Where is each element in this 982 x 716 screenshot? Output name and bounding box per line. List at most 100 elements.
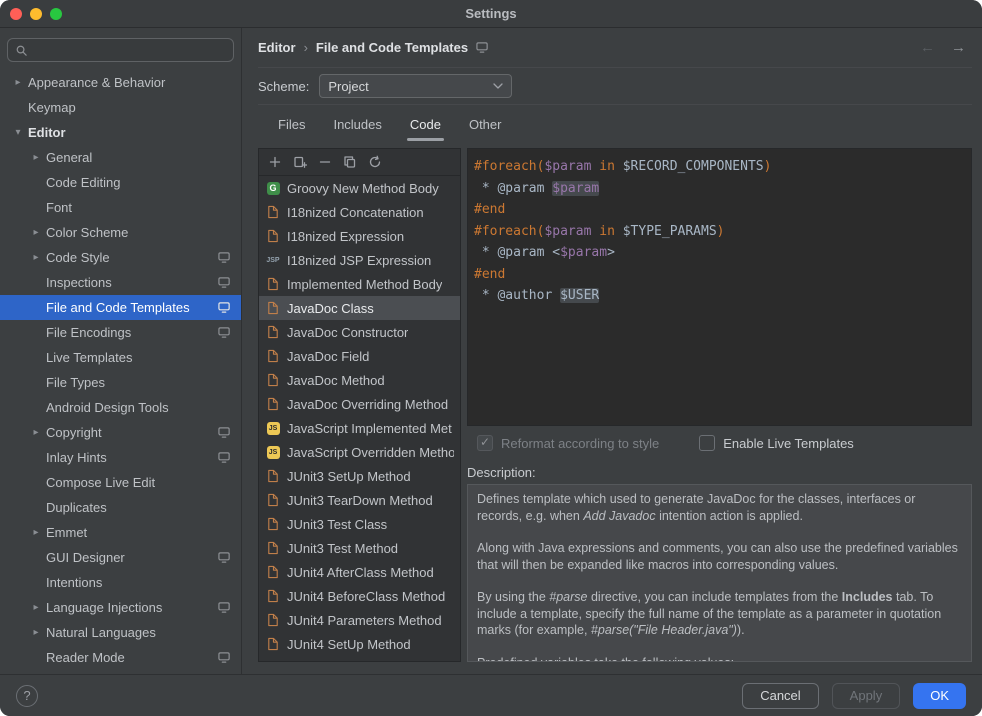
template-file-icon: [265, 277, 281, 292]
template-item-junit3-test-method[interactable]: JUnit3 Test Method: [259, 536, 460, 560]
chevron-down-icon[interactable]: ▾: [10, 127, 26, 138]
template-item-junit4-afterclass-method[interactable]: JUnit4 AfterClass Method: [259, 560, 460, 584]
sidebar-item-label: File Types: [46, 375, 231, 390]
chevron-right-icon[interactable]: ▸: [28, 252, 44, 263]
scheme-value: Project: [328, 79, 368, 94]
sidebar-item-file-types[interactable]: File Types: [0, 370, 241, 395]
apply-button[interactable]: Apply: [832, 683, 901, 709]
template-file-icon: [265, 301, 281, 316]
sidebar-item-copyright[interactable]: ▸Copyright: [0, 420, 241, 445]
template-list: GGroovy New Method BodyI18nized Concaten…: [259, 176, 460, 661]
chevron-right-icon[interactable]: ▸: [10, 77, 26, 88]
enable-live-templates-checkbox[interactable]: [699, 435, 715, 451]
description-panel[interactable]: Defines template which used to generate …: [467, 484, 972, 662]
tab-code[interactable]: Code: [396, 105, 455, 143]
template-item-junit4-parameters-method[interactable]: JUnit4 Parameters Method: [259, 608, 460, 632]
breadcrumb-section[interactable]: Editor: [258, 40, 296, 55]
close-window-button[interactable]: [10, 8, 22, 20]
sidebar-item-intentions[interactable]: Intentions: [0, 570, 241, 595]
settings-search-box[interactable]: [7, 38, 234, 62]
chevron-right-icon[interactable]: ▸: [28, 627, 44, 638]
sidebar-item-code-style[interactable]: ▸Code Style: [0, 245, 241, 270]
sidebar-item-emmet[interactable]: ▸Emmet: [0, 520, 241, 545]
sidebar-item-general[interactable]: ▸General: [0, 145, 241, 170]
sidebar-item-color-scheme[interactable]: ▸Color Scheme: [0, 220, 241, 245]
template-item-label: JavaScript Overridden Metho: [287, 445, 454, 460]
sidebar-item-reader-mode[interactable]: Reader Mode: [0, 645, 241, 670]
template-item-label: I18nized JSP Expression: [287, 253, 431, 268]
template-code-editor[interactable]: #foreach($param in $RECORD_COMPONENTS) *…: [467, 148, 972, 426]
scheme-row: Scheme: Project: [258, 68, 972, 105]
sidebar-item-label: Android Design Tools: [46, 400, 231, 415]
cancel-button[interactable]: Cancel: [742, 683, 818, 709]
description-paragraph: Defines template which used to generate …: [477, 491, 962, 524]
help-button[interactable]: ?: [16, 685, 38, 707]
chevron-right-icon[interactable]: ▸: [28, 427, 44, 438]
code-line: #end: [474, 199, 965, 221]
sidebar-item-file-and-code-templates[interactable]: File and Code Templates: [0, 295, 241, 320]
chevron-right-icon[interactable]: ▸: [28, 527, 44, 538]
back-arrow-icon[interactable]: ←: [920, 39, 935, 56]
sidebar-item-inspections[interactable]: Inspections: [0, 270, 241, 295]
template-item-implemented-method-body[interactable]: Implemented Method Body: [259, 272, 460, 296]
forward-arrow-icon[interactable]: →: [951, 39, 966, 56]
sidebar-item-font[interactable]: Font: [0, 195, 241, 220]
template-item-javadoc-overriding-method[interactable]: JavaDoc Overriding Method: [259, 392, 460, 416]
sidebar-item-file-encodings[interactable]: File Encodings: [0, 320, 241, 345]
zoom-window-button[interactable]: [50, 8, 62, 20]
template-item-groovy-new-method-body[interactable]: GGroovy New Method Body: [259, 176, 460, 200]
template-item-javadoc-constructor[interactable]: JavaDoc Constructor: [259, 320, 460, 344]
remove-template-button[interactable]: [318, 155, 332, 169]
ok-button[interactable]: OK: [913, 683, 966, 709]
tab-files[interactable]: Files: [264, 105, 319, 143]
template-item-javadoc-method[interactable]: JavaDoc Method: [259, 368, 460, 392]
sidebar-item-compose-live-edit[interactable]: Compose Live Edit: [0, 470, 241, 495]
template-item-javadoc-field[interactable]: JavaDoc Field: [259, 344, 460, 368]
reformat-option: Reformat according to style: [477, 435, 659, 451]
sidebar-item-duplicates[interactable]: Duplicates: [0, 495, 241, 520]
copy-template-button[interactable]: [343, 155, 357, 169]
template-item-i18nized-expression[interactable]: I18nized Expression: [259, 224, 460, 248]
reformat-label: Reformat according to style: [501, 436, 659, 451]
sidebar-item-keymap[interactable]: Keymap: [0, 95, 241, 120]
sidebar-item-appearance-behavior[interactable]: ▸Appearance & Behavior: [0, 70, 241, 95]
tab-other[interactable]: Other: [455, 105, 516, 143]
template-item-junit3-test-class[interactable]: JUnit3 Test Class: [259, 512, 460, 536]
template-item-javascript-overridden-metho[interactable]: JSJavaScript Overridden Metho: [259, 440, 460, 464]
settings-window: Settings ▸Appearance & BehaviorKeymap▾Ed…: [0, 0, 982, 716]
template-item-junit4-beforeclass-method[interactable]: JUnit4 BeforeClass Method: [259, 584, 460, 608]
sidebar-item-android-design-tools[interactable]: Android Design Tools: [0, 395, 241, 420]
chevron-right-icon[interactable]: ▸: [28, 152, 44, 163]
search-input[interactable]: [33, 43, 226, 57]
template-item-javadoc-class[interactable]: JavaDoc Class: [259, 296, 460, 320]
template-item-junit4-setup-method[interactable]: JUnit4 SetUp Method: [259, 632, 460, 656]
screen-icon: [218, 251, 231, 264]
template-file-icon: [265, 493, 281, 508]
template-item-i18nized-concatenation[interactable]: I18nized Concatenation: [259, 200, 460, 224]
screen-icon: [218, 426, 231, 439]
create-child-template-button[interactable]: [293, 155, 307, 169]
template-item-javascript-implemented-met[interactable]: JSJavaScript Implemented Met: [259, 416, 460, 440]
window-controls: [10, 0, 62, 27]
sidebar-item-live-templates[interactable]: Live Templates: [0, 345, 241, 370]
chevron-right-icon[interactable]: ▸: [28, 602, 44, 613]
sidebar-item-inlay-hints[interactable]: Inlay Hints: [0, 445, 241, 470]
template-item-junit3-teardown-method[interactable]: JUnit3 TearDown Method: [259, 488, 460, 512]
template-item-i18nized-jsp-expression[interactable]: JSPI18nized JSP Expression: [259, 248, 460, 272]
sidebar-item-label: Appearance & Behavior: [28, 75, 231, 90]
reformat-checkbox[interactable]: [477, 435, 493, 451]
create-template-button[interactable]: [268, 155, 282, 169]
search-icon: [15, 44, 28, 57]
sidebar-item-language-injections[interactable]: ▸Language Injections: [0, 595, 241, 620]
reset-to-default-button[interactable]: [368, 155, 382, 169]
breadcrumb-page: File and Code Templates: [316, 40, 468, 55]
chevron-right-icon[interactable]: ▸: [28, 227, 44, 238]
sidebar-item-natural-languages[interactable]: ▸Natural Languages: [0, 620, 241, 645]
sidebar-item-gui-designer[interactable]: GUI Designer: [0, 545, 241, 570]
scheme-select[interactable]: Project: [319, 74, 512, 98]
sidebar-item-code-editing[interactable]: Code Editing: [0, 170, 241, 195]
minimize-window-button[interactable]: [30, 8, 42, 20]
sidebar-item-editor[interactable]: ▾Editor: [0, 120, 241, 145]
tab-includes[interactable]: Includes: [319, 105, 395, 143]
template-item-junit3-setup-method[interactable]: JUnit3 SetUp Method: [259, 464, 460, 488]
